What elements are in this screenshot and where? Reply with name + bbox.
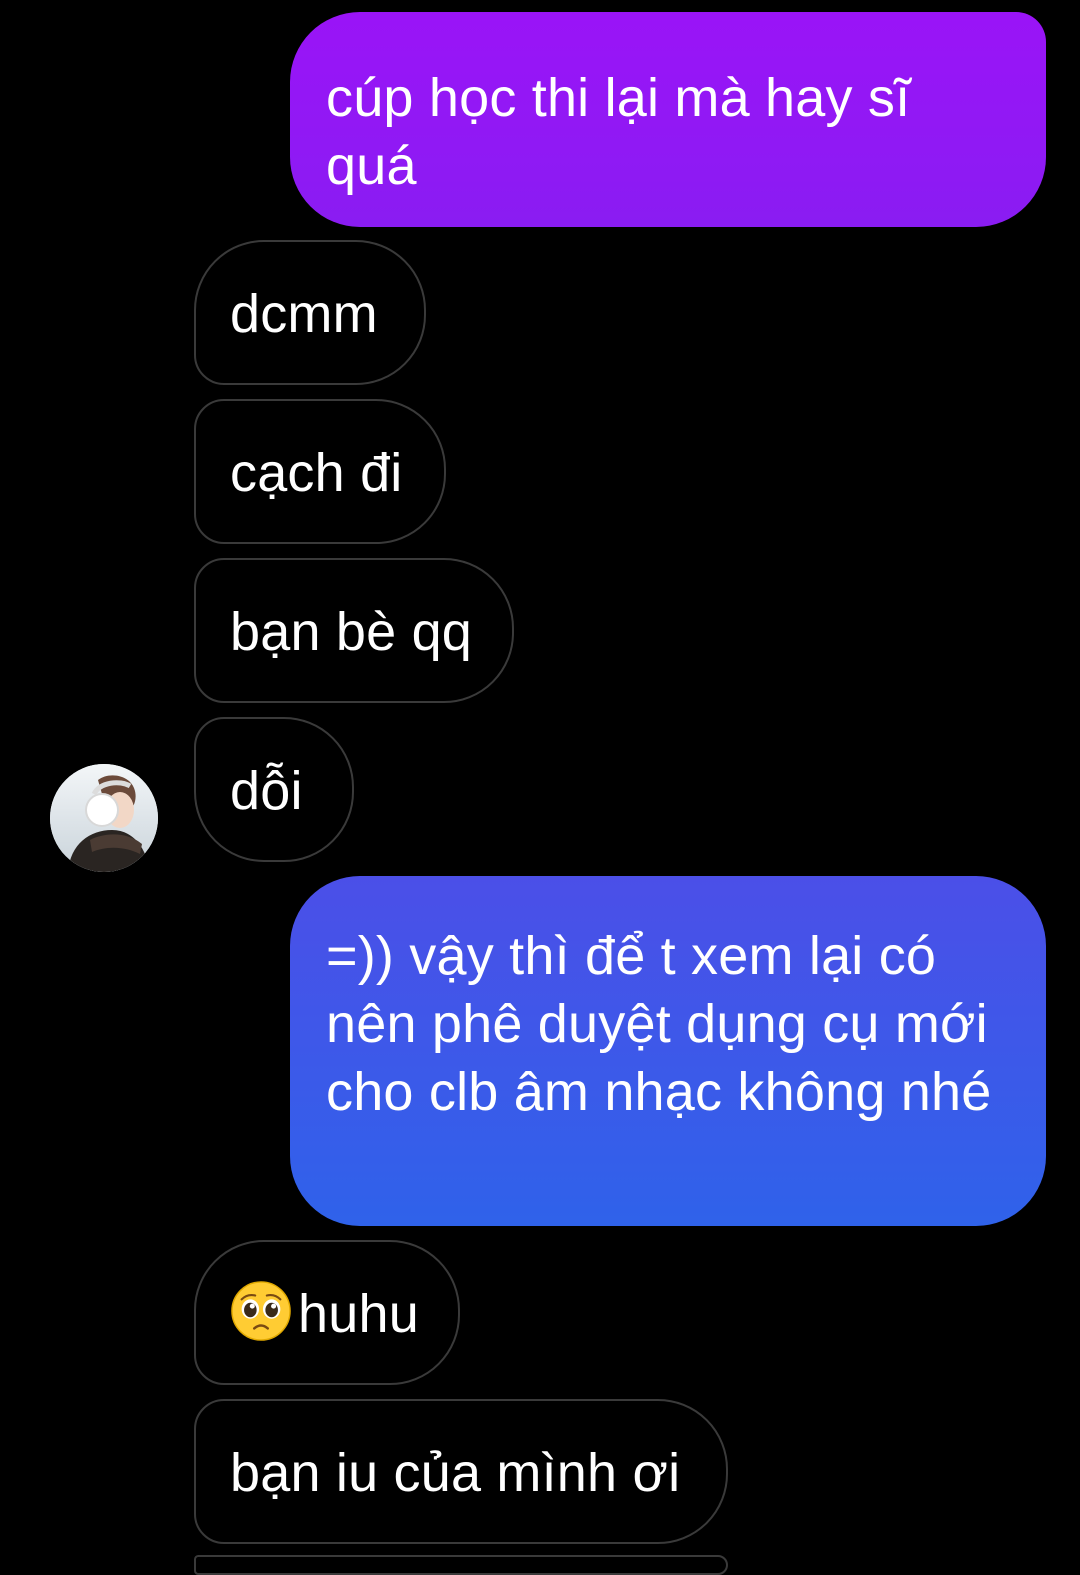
received-message-text: dcmm: [230, 284, 378, 344]
received-message-bubble[interactable]: huhu: [194, 1240, 460, 1385]
received-message-text: bạn iu của mình ơi: [230, 1443, 681, 1503]
received-message-bubble[interactable]: dỗi: [194, 717, 354, 862]
pleading-face-emoji-icon: [231, 1281, 291, 1341]
received-message-bubble-partial[interactable]: [194, 1555, 728, 1575]
received-message-text: bạn bè qq: [230, 602, 473, 662]
received-message-bubble[interactable]: dcmm: [194, 240, 426, 385]
received-message-text: huhu: [298, 1284, 419, 1344]
chat-thread[interactable]: cúp học thi lại mà hay sĩ quá dcmm cạch …: [0, 0, 1080, 1575]
sent-message-bubble[interactable]: cúp học thi lại mà hay sĩ quá: [290, 12, 1046, 227]
avatar-photo-icon: [50, 764, 158, 872]
sent-message-text: cúp học thi lại mà hay sĩ quá: [326, 68, 911, 196]
received-message-text: dỗi: [230, 761, 303, 821]
received-message-bubble[interactable]: cạch đi: [194, 399, 446, 544]
received-message-text: cạch đi: [230, 443, 403, 503]
sent-message-text: =)) vậy thì để t xem lại có nên phê duyệ…: [326, 926, 992, 1122]
sent-message-bubble[interactable]: =)) vậy thì để t xem lại có nên phê duyệ…: [290, 876, 1046, 1226]
received-message-bubble[interactable]: bạn bè qq: [194, 558, 514, 703]
received-message-bubble[interactable]: bạn iu của mình ơi: [194, 1399, 728, 1544]
contact-avatar[interactable]: [50, 764, 158, 872]
